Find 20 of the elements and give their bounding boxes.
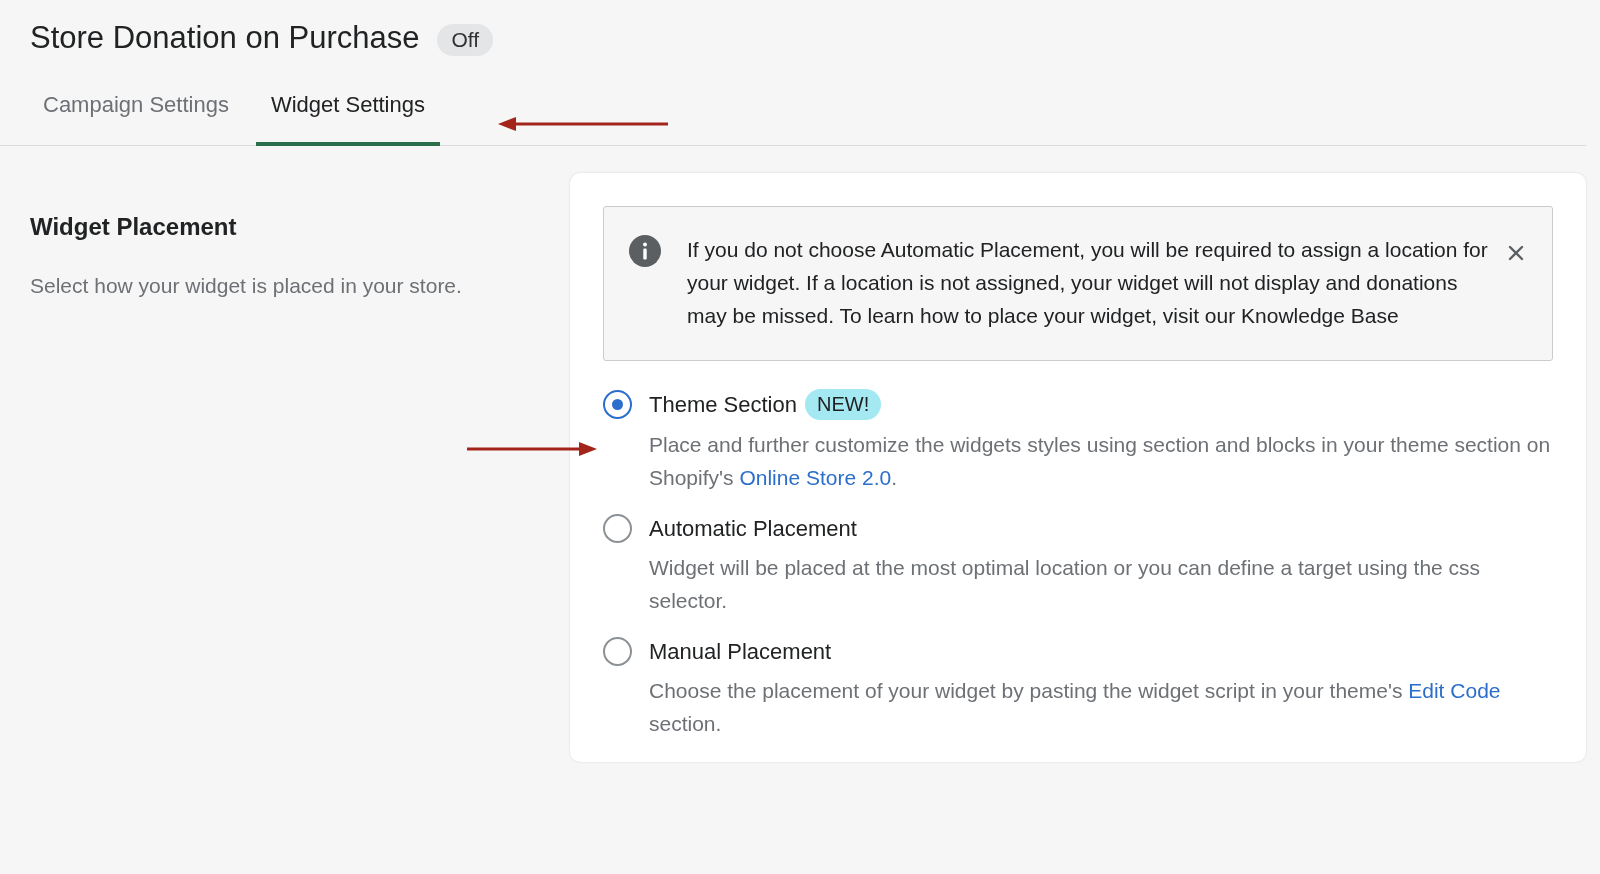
option-label[interactable]: Theme Section — [649, 391, 797, 418]
option-description: Widget will be placed at the most optimal location or you can define a target using the css selector. — [649, 555, 1482, 614]
link[interactable]: Online Store 2.0 — [739, 466, 892, 489]
link[interactable]: Edit Code — [1408, 679, 1501, 702]
option-description: Choose the placement of your widget by pasting the widget script in your theme's Edit Code section. — [649, 678, 1502, 737]
radio-button[interactable] — [603, 514, 632, 543]
tab[interactable]: Widget Settings — [255, 82, 440, 146]
option-description: Place and further customize the widgets styles using section and blocks in your theme section on Shopify's Online Store 2.0. — [649, 432, 1552, 491]
status-badge: Off — [437, 24, 494, 56]
info-icon — [629, 235, 661, 267]
section-description: Select how your widget is placed in your store. — [30, 273, 463, 299]
radio-button[interactable] — [603, 390, 632, 419]
option-label[interactable]: Automatic Placement — [649, 515, 857, 542]
page-title: Store Donation on Purchase — [30, 20, 420, 56]
tab[interactable]: Campaign Settings — [28, 82, 244, 146]
info-text: If you do not choose Automatic Placement, you will be required to assign a location for your widget. If a location is not assigned, your widget will not display and donations may be missed. To learn how to place your widget, visit our Knowledge Base — [687, 237, 1488, 329]
option-label[interactable]: Manual Placement — [649, 638, 832, 665]
section-title: Widget Placement — [30, 213, 238, 241]
new-badge: NEW! — [804, 389, 882, 420]
radio-button[interactable] — [603, 637, 632, 666]
